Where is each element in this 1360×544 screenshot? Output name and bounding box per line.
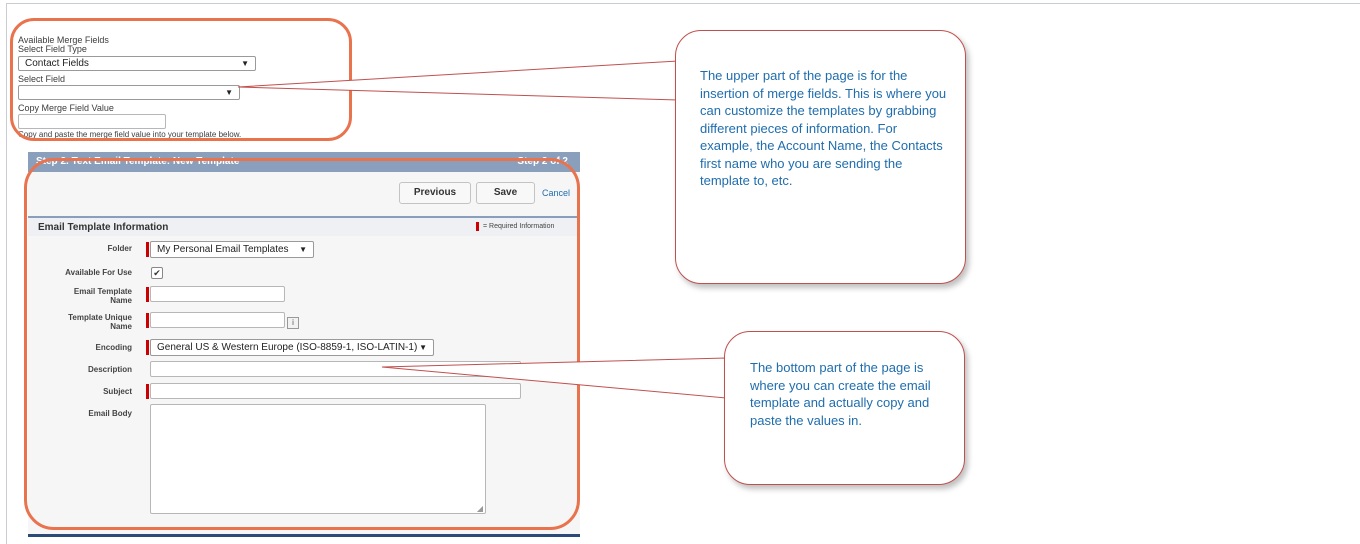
lower-callout-pointer [381,357,727,399]
upper-callout-text: The upper part of the page is for the in… [700,68,947,188]
upper-callout: The upper part of the page is for the in… [675,30,966,284]
lower-callout: The bottom part of the page is where you… [724,331,965,485]
lower-callout-text: The bottom part of the page is where you… [750,360,931,428]
upper-callout-pointer [237,60,679,101]
